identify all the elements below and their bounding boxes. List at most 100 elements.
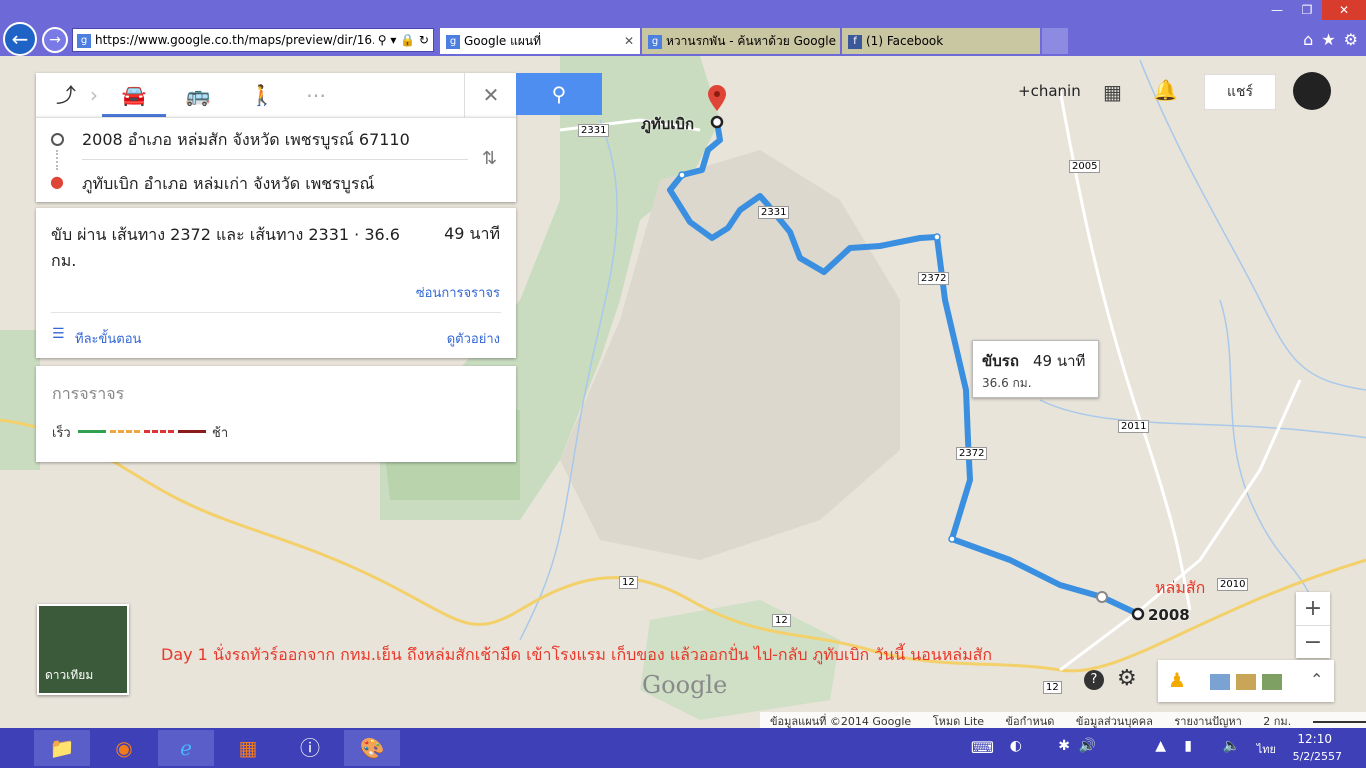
zoom-in-button[interactable]: + bbox=[1296, 592, 1330, 626]
driving-mode-car-icon[interactable]: 🚘 bbox=[102, 73, 166, 117]
avatar[interactable] bbox=[1293, 72, 1331, 110]
clock-date[interactable]: 5/2/2557 bbox=[1293, 750, 1342, 763]
route-node[interactable] bbox=[678, 171, 686, 179]
walking-mode-icon[interactable]: 🚶 bbox=[234, 73, 290, 117]
language-indicator[interactable]: ไทย bbox=[1257, 740, 1276, 758]
google-favicon-icon: g bbox=[77, 33, 91, 48]
close-directions-icon[interactable]: ✕ bbox=[464, 73, 517, 117]
satellite-toggle[interactable]: ดาวเทียม bbox=[37, 604, 129, 695]
restore-icon[interactable]: ❐ bbox=[1292, 0, 1322, 20]
origin-dot-icon bbox=[51, 133, 64, 146]
origin-marker[interactable] bbox=[1131, 607, 1145, 621]
origin-input[interactable]: 2008 อำเภอ หล่มสัก จังหวัด เพชรบูรณ์ 671… bbox=[82, 128, 410, 153]
tab-facebook[interactable]: f (1) Facebook bbox=[842, 28, 1040, 54]
road-shield: 12 bbox=[619, 576, 638, 589]
step-by-step-link[interactable]: ทีละขั้นตอน bbox=[75, 328, 141, 349]
callout-distance: 36.6 กม. bbox=[982, 376, 1032, 390]
wifi-signal-icon[interactable]: ▲ bbox=[1155, 738, 1166, 754]
report-problem-link[interactable]: รายงานปัญหา bbox=[1174, 715, 1241, 728]
route-node[interactable] bbox=[933, 233, 941, 241]
terrain-layer-thumb[interactable] bbox=[1262, 674, 1282, 690]
river bbox=[1039, 399, 1366, 440]
notifications-bell-icon[interactable]: 🔔 bbox=[1153, 78, 1178, 102]
url-text: https://www.google.co.th/maps/preview/di… bbox=[95, 33, 392, 47]
scale-bar bbox=[1312, 721, 1366, 723]
list-icon[interactable]: ☰ bbox=[52, 326, 65, 342]
tab-google-search[interactable]: g หวานรกพัน - ค้นหาด้วย Google bbox=[642, 28, 840, 54]
clock-time[interactable]: 12:10 bbox=[1297, 732, 1332, 746]
help-icon[interactable]: ? bbox=[1084, 670, 1104, 690]
traffic-slow-swatch bbox=[178, 430, 206, 433]
origin-label: 2008 bbox=[1148, 606, 1190, 624]
road-shield: 2005 bbox=[1069, 160, 1101, 173]
home-icon[interactable]: ⌂ bbox=[1303, 30, 1313, 49]
traffic-slowish-swatch bbox=[144, 430, 174, 433]
route-duration: 49 นาที bbox=[444, 224, 500, 243]
office-app-icon[interactable]: ▦ bbox=[220, 730, 276, 766]
caption-annotation: Day 1 นั่งรถทัวร์ออกจาก กทม.เย็น ถึงหล่ม… bbox=[161, 645, 993, 664]
share-button[interactable]: แชร์ bbox=[1204, 74, 1276, 110]
window-controls: — ❐ ✕ bbox=[1262, 0, 1366, 22]
close-tab-icon[interactable]: ✕ bbox=[624, 28, 634, 54]
zoom-out-button[interactable]: − bbox=[1296, 626, 1330, 659]
destination-input[interactable]: ภูทับเบิก อำเภอ หล่มเก่า จังหวัด เพชรบูร… bbox=[82, 172, 374, 197]
firefox-icon[interactable]: ◉ bbox=[96, 730, 152, 766]
privacy-link[interactable]: ข้อมูลส่วนบุคคล bbox=[1076, 715, 1153, 728]
internet-explorer-icon[interactable]: ℯ bbox=[158, 730, 214, 766]
address-tools-icon[interactable]: ⚲ ▾ 🔒 ↻ bbox=[373, 29, 429, 51]
route-summary-card[interactable]: ขับ ผ่าน เส้นทาง 2372 และ เส้นทาง 2331 ·… bbox=[36, 208, 516, 358]
road-shield: 2372 bbox=[956, 447, 988, 460]
apps-grid-icon[interactable]: ▦ bbox=[1103, 80, 1122, 104]
dotted-connector bbox=[56, 150, 58, 170]
photo-layer-thumb[interactable] bbox=[1236, 674, 1256, 690]
speaker-icon[interactable]: 🔈 bbox=[1223, 738, 1240, 754]
new-tab-button[interactable] bbox=[1042, 28, 1068, 54]
google-logo: Google bbox=[642, 671, 728, 699]
tab-google-maps[interactable]: g Google แผนที่ ✕ bbox=[440, 28, 640, 54]
minimize-icon[interactable]: — bbox=[1262, 0, 1292, 20]
earth-layer-thumb[interactable] bbox=[1210, 674, 1230, 690]
scale-label: 2 กม. bbox=[1263, 715, 1292, 728]
divider bbox=[51, 312, 501, 313]
search-button[interactable]: ⚲ bbox=[516, 73, 602, 115]
close-window-icon[interactable]: ✕ bbox=[1322, 0, 1366, 20]
transit-mode-bus-icon[interactable]: 🚌 bbox=[170, 73, 226, 117]
back-button[interactable]: ← bbox=[3, 22, 37, 56]
help-app-icon[interactable]: ⓘ bbox=[282, 730, 338, 766]
search-icon: ⚲ bbox=[551, 82, 567, 106]
forward-button[interactable]: → bbox=[42, 27, 68, 53]
road-shield: 2331 bbox=[758, 206, 790, 219]
road-shield: 2372 bbox=[918, 272, 950, 285]
traffic-legend-card: การจราจร เร็ว ช้า bbox=[36, 366, 516, 462]
keyboard-icon[interactable]: ⌨ bbox=[971, 738, 994, 757]
route-callout[interactable]: ขับรถ 49 นาที 36.6 กม. bbox=[972, 340, 1099, 398]
preview-link[interactable]: ดูตัวอย่าง bbox=[447, 328, 500, 349]
browser-chrome: — ❐ ✕ ← → g https://www.google.co.th/maps… bbox=[0, 0, 1366, 56]
destination-marker[interactable] bbox=[710, 115, 724, 129]
hide-traffic-link[interactable]: ซ่อนการจราจร bbox=[416, 282, 500, 303]
terms-link[interactable]: ข้อกำหนด bbox=[1006, 715, 1055, 728]
address-bar[interactable]: g https://www.google.co.th/maps/preview/d… bbox=[72, 28, 434, 52]
map-settings-gear-icon[interactable]: ⚙ bbox=[1117, 666, 1137, 691]
windows-taskbar: 📁 ◉ ℯ ▦ ⓘ 🎨 ⌨ ◐ ✱ 🔊 ▲ ▮ 🔈 ไทย 12:10 5/2/… bbox=[0, 728, 1366, 768]
route-description: ขับ ผ่าน เส้นทาง 2372 และ เส้นทาง 2331 ·… bbox=[51, 225, 400, 270]
settings-gear-icon[interactable]: ⚙ bbox=[1344, 30, 1358, 49]
route-node[interactable] bbox=[948, 535, 956, 543]
swap-waypoints-icon[interactable]: ⇅ bbox=[482, 148, 497, 169]
via-point[interactable] bbox=[1096, 591, 1108, 603]
favorites-star-icon[interactable]: ★ bbox=[1321, 30, 1335, 49]
forest-area bbox=[0, 330, 40, 470]
battery-icon[interactable]: ▮ bbox=[1184, 738, 1192, 754]
road-shield: 2331 bbox=[578, 124, 610, 137]
lite-mode-link[interactable]: โหมด Lite bbox=[933, 715, 984, 728]
network-icon[interactable]: ◐ bbox=[1010, 738, 1022, 754]
paint-app-icon[interactable]: 🎨 bbox=[344, 730, 400, 766]
more-modes-icon[interactable]: ⋯ bbox=[288, 73, 344, 117]
volume-icon[interactable]: 🔊 bbox=[1079, 738, 1096, 754]
bluetooth-icon[interactable]: ✱ bbox=[1058, 738, 1070, 754]
file-explorer-icon[interactable]: 📁 bbox=[34, 730, 90, 766]
user-name-link[interactable]: +chanin bbox=[1018, 82, 1081, 100]
pegman-icon[interactable]: ♟ bbox=[1168, 668, 1186, 692]
expand-chevron-up-icon[interactable]: ⌃ bbox=[1310, 670, 1323, 689]
google-favicon-icon: g bbox=[446, 34, 460, 49]
